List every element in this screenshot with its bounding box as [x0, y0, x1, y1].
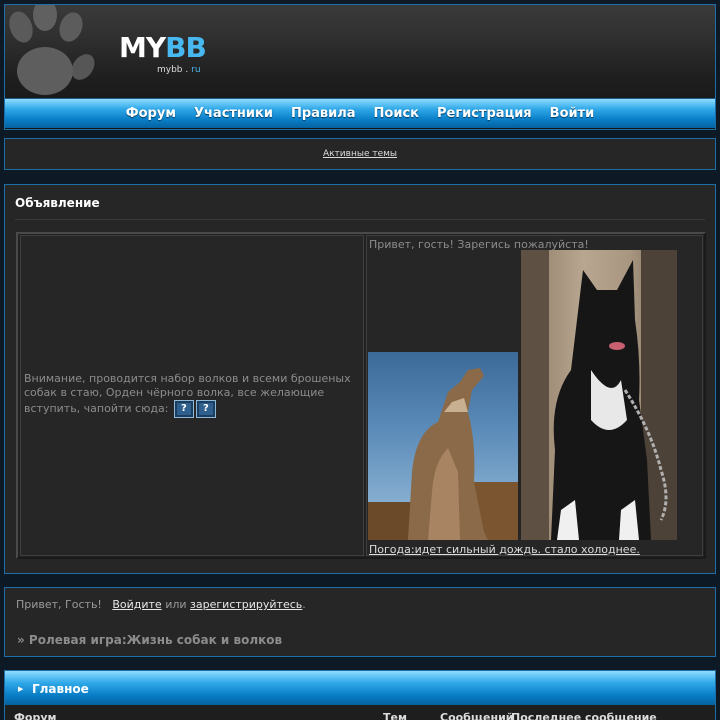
- divider: [15, 219, 705, 220]
- login-link[interactable]: Войдите: [112, 598, 161, 611]
- nav-members[interactable]: Участники: [194, 106, 273, 121]
- weather-link[interactable]: Погода:идет сильный дождь. стало холодне…: [369, 543, 640, 556]
- site-logo[interactable]: MYBB: [119, 31, 207, 64]
- category-title[interactable]: Главное: [32, 682, 89, 696]
- black-dog-image: [521, 250, 677, 540]
- column-last-post: Последнее сообщение: [511, 711, 657, 720]
- welcome-dot: .: [302, 598, 306, 611]
- nav-forum[interactable]: Форум: [126, 106, 176, 121]
- logo-subtitle: mybb . ru: [157, 65, 201, 75]
- category-column-headers: Форум Тем Сообщений Последнее сообщение: [5, 705, 715, 720]
- announcement-left-cell: Внимание, проводится набор волков и всем…: [20, 235, 364, 556]
- logo-my: MY: [119, 31, 166, 64]
- missing-image-icon[interactable]: ?: [195, 400, 216, 418]
- active-topics-link[interactable]: Активные темы: [323, 149, 397, 159]
- category-header-bar[interactable]: ▶ Главное: [5, 671, 715, 705]
- nav-login[interactable]: Войти: [550, 106, 595, 121]
- column-topics: Тем: [383, 711, 407, 720]
- nav-rules[interactable]: Правила: [291, 106, 356, 121]
- site-header: MYBB mybb . ru Форум Участники Правила П…: [4, 4, 716, 130]
- logo-bb: BB: [165, 31, 207, 64]
- category-main: ▶ Главное Форум Тем Сообщений Последнее …: [4, 670, 716, 720]
- announcement-title: Объявление: [15, 196, 100, 210]
- welcome-or: или: [165, 598, 187, 611]
- welcome-line: Привет, Гость! Войдите или зарегистрируй…: [16, 598, 306, 611]
- announcement-panel: Объявление Внимание, проводится набор во…: [4, 184, 716, 574]
- howling-wolf-image: [368, 352, 518, 540]
- logo-sub-dot: .: [182, 65, 192, 75]
- column-posts: Сообщений: [440, 711, 514, 720]
- nav-search[interactable]: Поиск: [374, 106, 419, 121]
- nav-register[interactable]: Регистрация: [437, 106, 532, 121]
- announcement-table: Внимание, проводится набор волков и всем…: [16, 232, 706, 559]
- paw-logo-icon: [9, 5, 95, 95]
- welcome-prefix: Привет, Гость!: [16, 598, 102, 611]
- register-link[interactable]: зарегистрируйтесь: [190, 598, 302, 611]
- breadcrumb[interactable]: » Ролевая игра:Жизнь собак и волков: [17, 633, 282, 647]
- missing-image-icon[interactable]: ?: [173, 400, 194, 418]
- welcome-panel: Привет, Гость! Войдите или зарегистрируй…: [4, 587, 716, 657]
- expand-arrow-icon[interactable]: ▶: [18, 685, 23, 693]
- recruitment-text: Внимание, проводится набор волков и всем…: [24, 372, 356, 418]
- active-topics-panel: Активные темы: [4, 138, 716, 170]
- column-forum: Форум: [14, 711, 57, 720]
- main-navigation: Форум Участники Правила Поиск Регистраци…: [5, 98, 715, 128]
- logo-sub-ru: ru: [191, 65, 201, 75]
- logo-sub-main: mybb: [157, 65, 183, 75]
- announcement-right-cell: Привет, гость! Зарегись пожалуйста! Пого…: [366, 235, 703, 556]
